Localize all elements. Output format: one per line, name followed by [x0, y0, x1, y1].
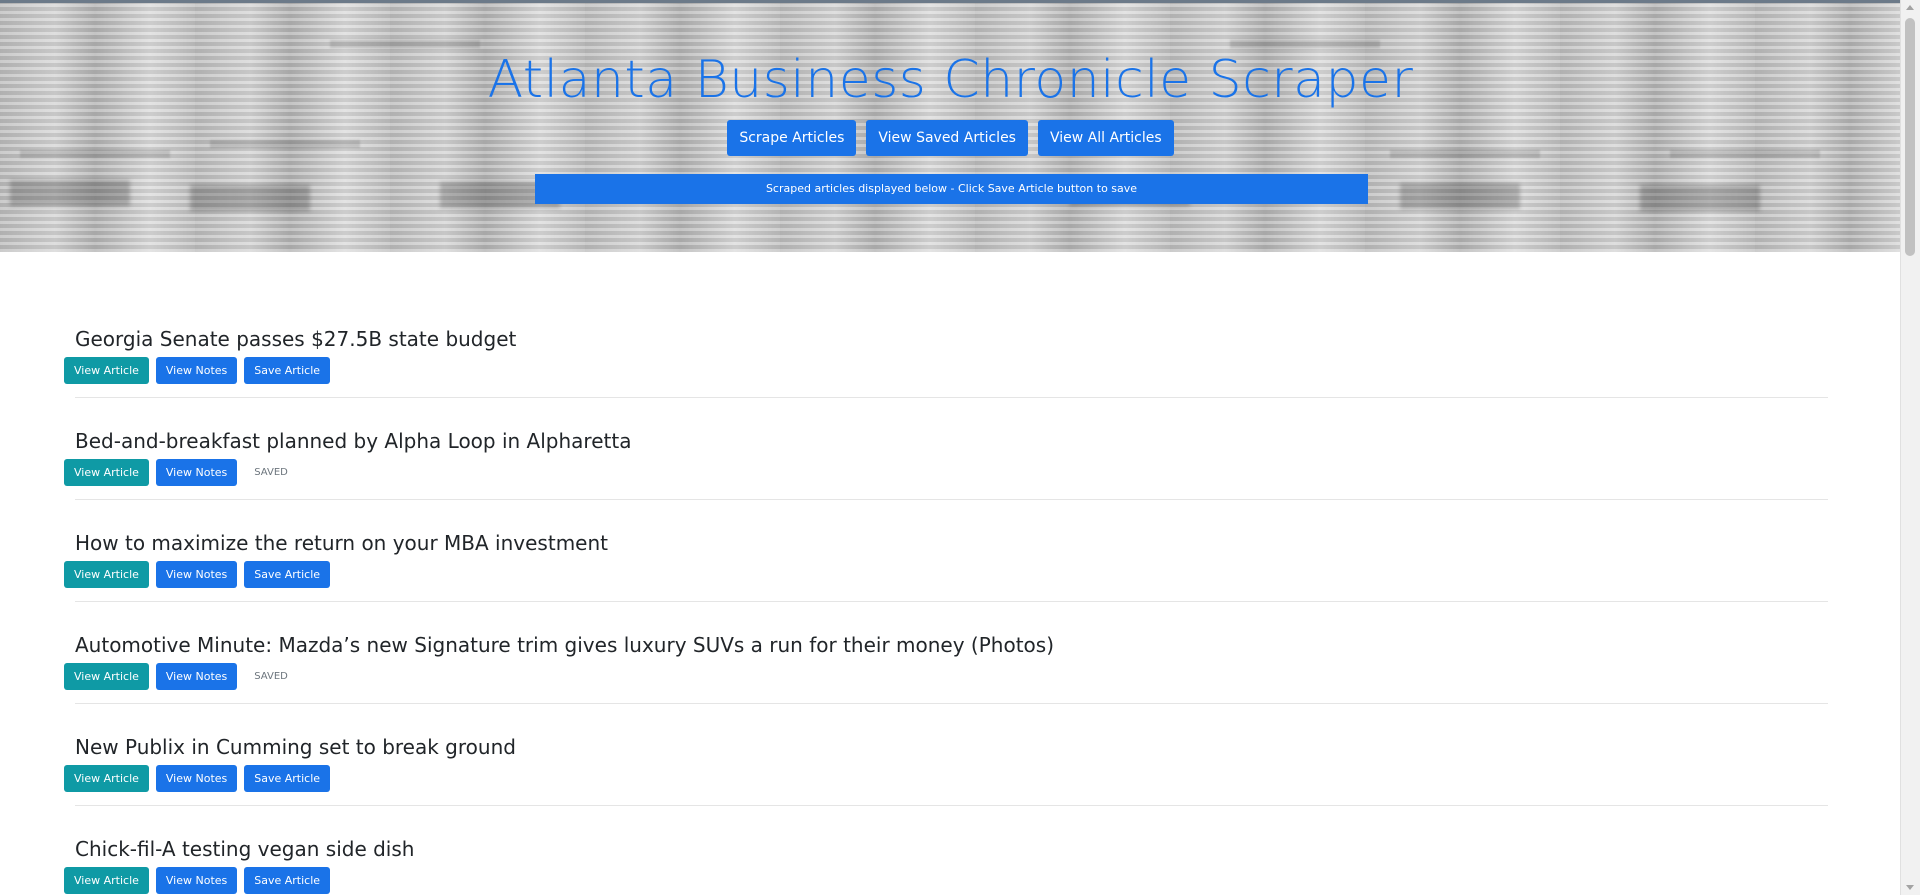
view-notes-button[interactable]: View Notes — [155, 867, 238, 894]
page-title: Atlanta Business Chronicle Scraper — [487, 50, 1414, 110]
article-item: Georgia Senate passes $27.5B state budge… — [0, 252, 1901, 398]
paper-headline-shape — [10, 180, 130, 206]
info-banner: Scraped articles displayed below - Click… — [535, 174, 1368, 204]
scroll-up-arrow-icon[interactable] — [1906, 5, 1914, 10]
article-item: Bed-and-breakfast planned by Alpha Loop … — [0, 354, 1901, 500]
article-title: How to maximize the return on your MBA i… — [75, 531, 608, 555]
article-title: Automotive Minute: Mazda’s new Signature… — [75, 633, 1055, 657]
scroll-down-arrow-icon[interactable] — [1906, 885, 1914, 890]
article-item: How to maximize the return on your MBA i… — [0, 456, 1901, 602]
view-saved-articles-button[interactable]: View Saved Articles — [866, 120, 1028, 156]
article-title: New Publix in Cumming set to break groun… — [75, 735, 516, 759]
paper-headline-shape — [190, 185, 310, 211]
article-title: Georgia Senate passes $27.5B state budge… — [75, 327, 517, 351]
article-actions: View Article View Notes Save Article — [64, 867, 331, 894]
hero-top-border — [0, 0, 1901, 3]
save-article-button[interactable]: Save Article — [244, 867, 331, 894]
article-item: Automotive Minute: Mazda’s new Signature… — [0, 558, 1901, 704]
view-article-button[interactable]: View Article — [64, 867, 149, 894]
article-title: Bed-and-breakfast planned by Alpha Loop … — [75, 429, 632, 453]
paper-text-line — [330, 40, 480, 48]
paper-text-line — [1230, 40, 1380, 48]
paper-headline-shape — [1640, 185, 1760, 211]
scrape-articles-button[interactable]: Scrape Articles — [727, 120, 857, 156]
paper-headline-shape — [1400, 183, 1520, 209]
hero-button-group: Scrape Articles View Saved Articles View… — [0, 120, 1901, 156]
view-all-articles-button[interactable]: View All Articles — [1037, 120, 1174, 156]
article-item: New Publix in Cumming set to break groun… — [0, 660, 1901, 806]
article-item: Chick-fil-A testing vegan side dish View… — [0, 762, 1901, 894]
scrollbar-thumb[interactable] — [1905, 18, 1915, 256]
vertical-scrollbar[interactable] — [1900, 0, 1920, 895]
article-title: Chick-fil-A testing vegan side dish — [75, 837, 415, 861]
hero-header: Atlanta Business Chronicle Scraper Scrap… — [0, 0, 1901, 252]
